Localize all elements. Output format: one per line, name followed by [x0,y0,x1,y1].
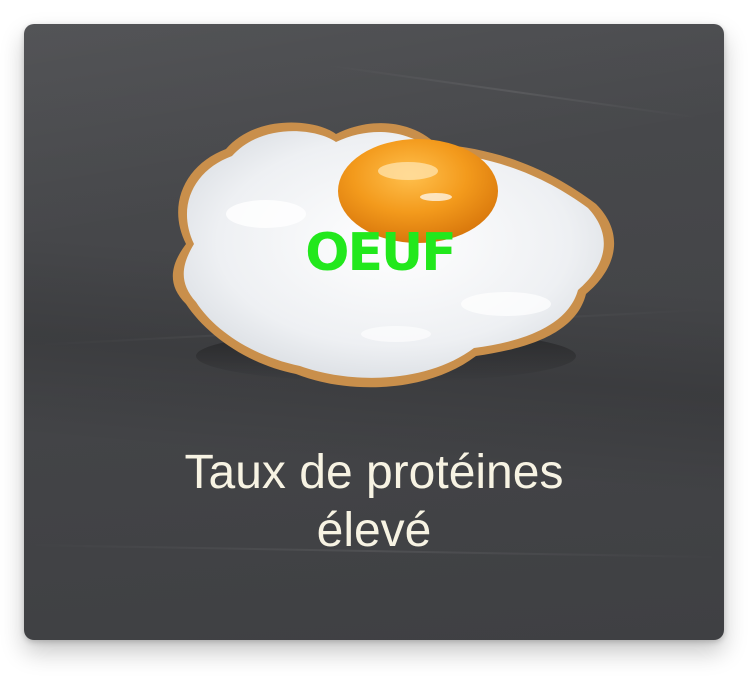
page: OEUF Taux de protéines élevé [0,0,752,680]
caption-line: élevé [316,504,432,557]
egg-label: OEUF [305,223,456,283]
caption-line: Taux de protéines [184,446,564,499]
poster-card: OEUF Taux de protéines élevé [24,24,724,640]
caption: Taux de protéines élevé [84,444,664,560]
